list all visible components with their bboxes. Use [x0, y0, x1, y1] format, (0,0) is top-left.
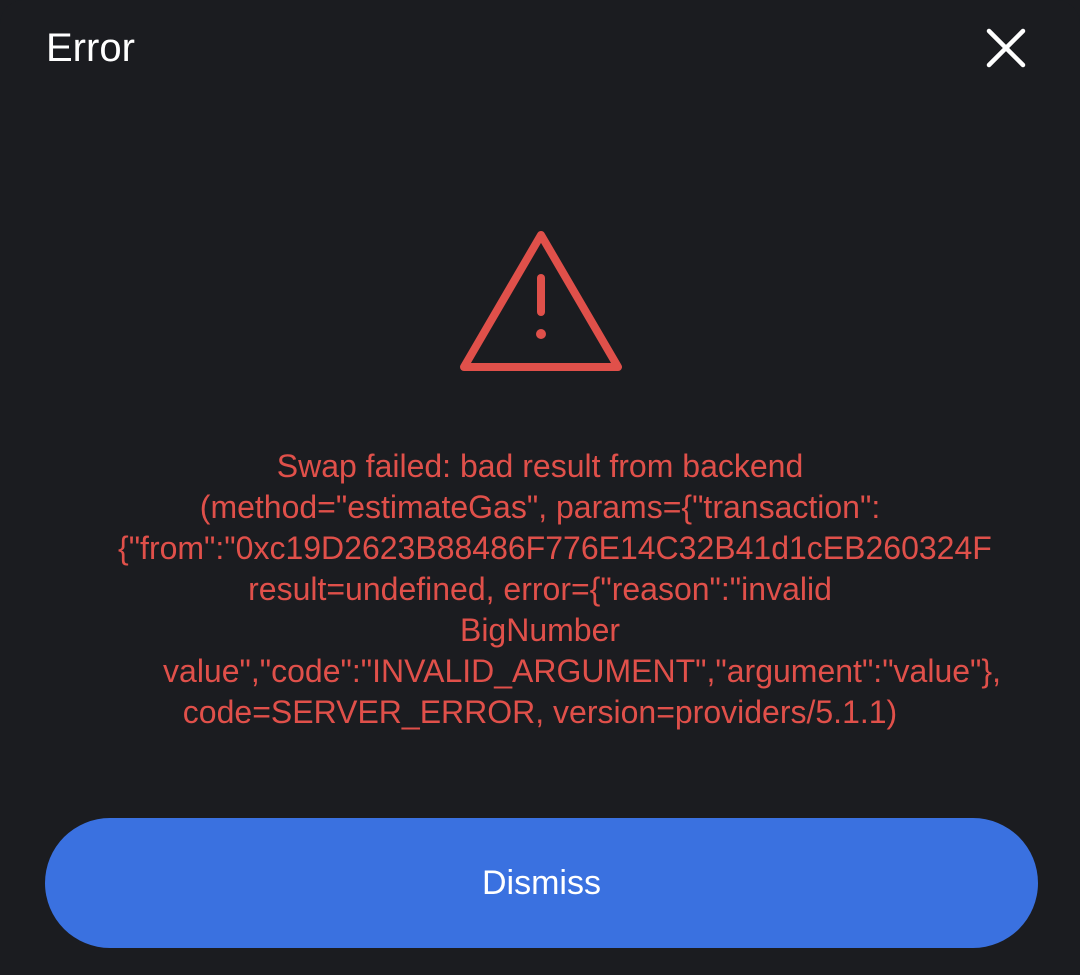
dismiss-button[interactable]: Dismiss — [45, 818, 1038, 948]
error-modal: Error Swap failed: bad result from backe… — [0, 0, 1080, 975]
close-button[interactable] — [978, 20, 1034, 76]
close-icon[interactable] — [986, 28, 1026, 68]
modal-title: Error — [46, 26, 135, 70]
error-line: result=undefined, error={"reason":"inval… — [248, 571, 832, 607]
error-line: code=SERVER_ERROR, version=providers/5.1… — [182, 694, 898, 730]
error-line: BigNumber — [459, 612, 621, 648]
error-line: Swap failed: bad result from backend — [276, 448, 804, 484]
error-message: Swap failed: bad result from backend (me… — [0, 446, 1080, 733]
warning-triangle-icon — [460, 231, 622, 371]
error-line: {"from":"0xc19D2623B88486F776E14C32B41d1… — [0, 528, 1080, 569]
error-line: value","code":"INVALID_ARGUMENT","argume… — [163, 653, 1001, 689]
error-line: (method="estimateGas", params={"transact… — [199, 489, 881, 525]
error-line-text: {"from":"0xc19D2623B88486F776E14C32B41d1… — [118, 530, 992, 566]
